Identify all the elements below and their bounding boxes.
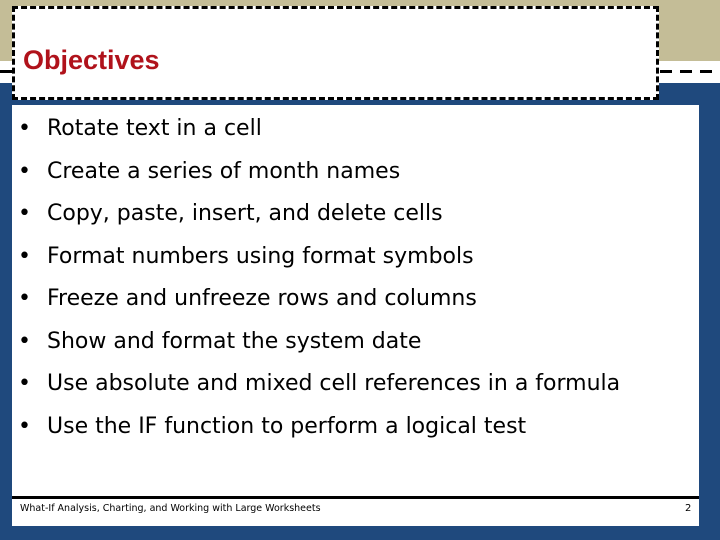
objectives-list: • Rotate text in a cell • Create a series …	[0, 108, 690, 449]
bullet-icon: •	[18, 414, 31, 439]
list-item: • Use absolute and mixed cell references …	[0, 363, 690, 406]
bullet-icon: •	[18, 328, 31, 354]
bullet-icon: •	[18, 243, 31, 269]
title-placeholder: Objectives	[12, 6, 659, 100]
list-item: • Format numbers using format symbols	[0, 236, 690, 279]
list-item: • Create a series of month names	[0, 151, 690, 194]
bullet-icon: •	[18, 158, 31, 184]
list-item: • Use the IF function to perform a logica…	[0, 406, 690, 449]
list-item: • Freeze and unfreeze rows and columns	[0, 278, 690, 321]
slide-title: Objectives	[23, 45, 160, 75]
bullet-icon: •	[18, 116, 31, 141]
footer-text: What-If Analysis, Charting, and Working …	[20, 503, 321, 514]
list-item: • Show and format the system date	[0, 321, 690, 364]
bullet-icon: •	[18, 371, 31, 396]
list-item: • Rotate text in a cell	[0, 108, 690, 151]
footer-divider	[12, 496, 699, 499]
bullet-icon: •	[18, 286, 31, 311]
page-number: 2	[685, 503, 692, 514]
bullet-icon: •	[18, 201, 31, 226]
list-item: • Copy, paste, insert, and delete cells	[0, 193, 690, 236]
